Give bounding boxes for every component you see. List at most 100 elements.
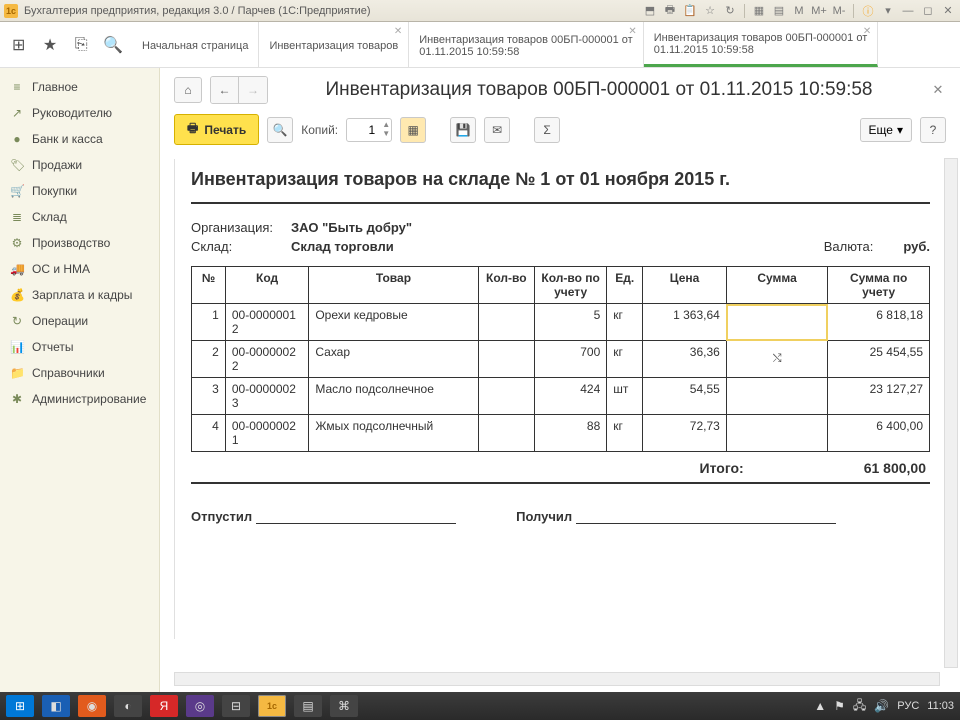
cell[interactable]: 700 [535, 341, 607, 378]
taskbar-app-1[interactable]: ◧ [42, 695, 70, 717]
cell[interactable]: шт [607, 378, 643, 415]
close-doc-button[interactable]: ✕ [930, 82, 946, 98]
tab-close-icon[interactable]: ✕ [628, 26, 636, 37]
cell[interactable]: 72,73 [643, 415, 727, 452]
tray-up-icon[interactable]: ▲ [814, 699, 826, 713]
sidebar-item-4[interactable]: 🛒Покупки [0, 178, 159, 204]
cell[interactable]: 6 400,00 [828, 415, 930, 452]
email-button[interactable]: ✉ [484, 117, 510, 143]
table-row[interactable]: 200-00000022Сахар 700кг36,36 25 454,55 [192, 341, 930, 378]
taskbar-app-3[interactable]: ◐ [114, 695, 142, 717]
tab-close-icon[interactable]: ✕ [394, 26, 402, 37]
cell[interactable] [478, 304, 534, 341]
taskbar-app-8[interactable]: ⌘ [330, 695, 358, 717]
cell[interactable] [726, 341, 828, 378]
cell[interactable] [726, 378, 828, 415]
cell[interactable] [726, 415, 828, 452]
sidebar-item-10[interactable]: 📊Отчеты [0, 334, 159, 360]
cell[interactable]: 36,36 [643, 341, 727, 378]
cell[interactable]: Орехи кедровые [309, 304, 478, 341]
preview-button[interactable]: 🔍 [267, 117, 293, 143]
sum-button[interactable]: Σ [534, 117, 560, 143]
more-button[interactable]: Еще ▾ [860, 118, 912, 142]
table-row[interactable]: 300-00000023Масло подсолнечное 424шт54,55… [192, 378, 930, 415]
cell[interactable]: 2 [192, 341, 226, 378]
back-button[interactable]: ← [211, 77, 239, 103]
tray-network-icon[interactable]: 🖧 [853, 696, 866, 717]
cell[interactable]: 1 363,64 [643, 304, 727, 341]
tb-clip-icon[interactable]: 📋 [682, 4, 698, 18]
sidebar-item-11[interactable]: 📁Справочники [0, 360, 159, 386]
search-icon[interactable]: 🔍 [104, 36, 122, 54]
window-minimize-icon[interactable]: — [900, 4, 916, 18]
copies-spinner[interactable]: ▲▼ [382, 120, 390, 138]
tab-close-icon[interactable]: ✕ [863, 26, 871, 37]
cell[interactable]: Масло подсолнечное [309, 378, 478, 415]
cell[interactable] [726, 304, 828, 341]
window-close-icon[interactable]: ✕ [940, 4, 956, 18]
table-row[interactable]: 400-00000021Жмых подсолнечный88кг72,736 … [192, 415, 930, 452]
cell[interactable]: Сахар [309, 341, 478, 378]
cell[interactable]: 5 [535, 304, 607, 341]
cell[interactable]: 4 [192, 415, 226, 452]
cell[interactable]: 25 454,55 [828, 341, 930, 378]
cell[interactable]: кг [607, 341, 643, 378]
taskbar-app-5[interactable]: ◎ [186, 695, 214, 717]
tb-star-icon[interactable]: ☆ [702, 4, 718, 18]
tab-2[interactable]: Инвентаризация товаров 00БП-000001 от01.… [409, 22, 644, 67]
cell[interactable] [478, 378, 534, 415]
tb-calc-icon[interactable]: ▦ [751, 4, 767, 18]
tb-print-icon[interactable]: 🖶 [662, 4, 678, 18]
tb-info-icon[interactable]: ⓘ [860, 4, 876, 18]
cell[interactable]: 424 [535, 378, 607, 415]
cell[interactable] [478, 415, 534, 452]
cell[interactable]: 6 818,18 [828, 304, 930, 341]
tab-1[interactable]: Инвентаризация товаров✕ [259, 22, 409, 67]
window-maximize-icon[interactable]: ◻ [920, 4, 936, 18]
sidebar-item-7[interactable]: 🚚ОС и НМА [0, 256, 159, 282]
cell[interactable]: 3 [192, 378, 226, 415]
grid-toggle-button[interactable]: ▦ [400, 117, 426, 143]
taskbar-app-6[interactable]: ⊟ [222, 695, 250, 717]
tray-volume-icon[interactable]: 🔊 [874, 699, 889, 713]
tb-m-button[interactable]: М [791, 4, 807, 18]
table-row[interactable]: 100-00000012Орехи кедровые5кг1 363,646 8… [192, 304, 930, 341]
tb-mminus-button[interactable]: М- [831, 4, 847, 18]
cell[interactable]: 00-00000012 [225, 304, 309, 341]
tb-cal-icon[interactable]: ▤ [771, 4, 787, 18]
sidebar-item-1[interactable]: ↗Руководителю [0, 100, 159, 126]
cell[interactable]: 54,55 [643, 378, 727, 415]
apps-icon[interactable]: ⊞ [10, 36, 27, 54]
start-button[interactable]: ⊞ [6, 695, 34, 717]
cell[interactable]: 88 [535, 415, 607, 452]
sidebar-item-6[interactable]: ⚙Производство [0, 230, 159, 256]
vertical-scrollbar[interactable] [944, 158, 958, 668]
cell[interactable]: 00-00000023 [225, 378, 309, 415]
save-file-button[interactable]: 💾 [450, 117, 476, 143]
cell[interactable]: кг [607, 415, 643, 452]
tb-dropdown-icon[interactable]: ▾ [880, 4, 896, 18]
tab-3[interactable]: Инвентаризация товаров 00БП-000001 от01.… [644, 22, 879, 67]
sidebar-item-9[interactable]: ↻Операции [0, 308, 159, 334]
tb-refresh-icon[interactable]: ↻ [722, 4, 738, 18]
home-button[interactable]: ⌂ [174, 77, 202, 103]
sidebar-item-12[interactable]: ✱Администрирование [0, 386, 159, 412]
cell[interactable]: 23 127,27 [828, 378, 930, 415]
taskbar-app-2[interactable]: ◉ [78, 695, 106, 717]
sidebar-item-0[interactable]: ≡Главное [0, 74, 159, 100]
taskbar-app-1c[interactable]: 1c [258, 695, 286, 717]
cell[interactable] [478, 341, 534, 378]
forward-button[interactable]: → [239, 77, 267, 103]
favorites-icon[interactable]: ★ [41, 36, 58, 54]
cell[interactable]: 1 [192, 304, 226, 341]
history-icon[interactable]: ⎘ [73, 36, 90, 54]
horizontal-scrollbar[interactable] [174, 672, 940, 686]
help-button[interactable]: ? [920, 117, 946, 143]
tb-save-icon[interactable]: ⬒ [642, 4, 658, 18]
cell[interactable]: 00-00000021 [225, 415, 309, 452]
sidebar-item-5[interactable]: ≣Склад [0, 204, 159, 230]
taskbar-app-4[interactable]: Я [150, 695, 178, 717]
cell[interactable]: 00-00000022 [225, 341, 309, 378]
print-button[interactable]: 🖶Печать [174, 114, 259, 145]
sidebar-item-3[interactable]: 🏷Продажи [0, 152, 159, 178]
